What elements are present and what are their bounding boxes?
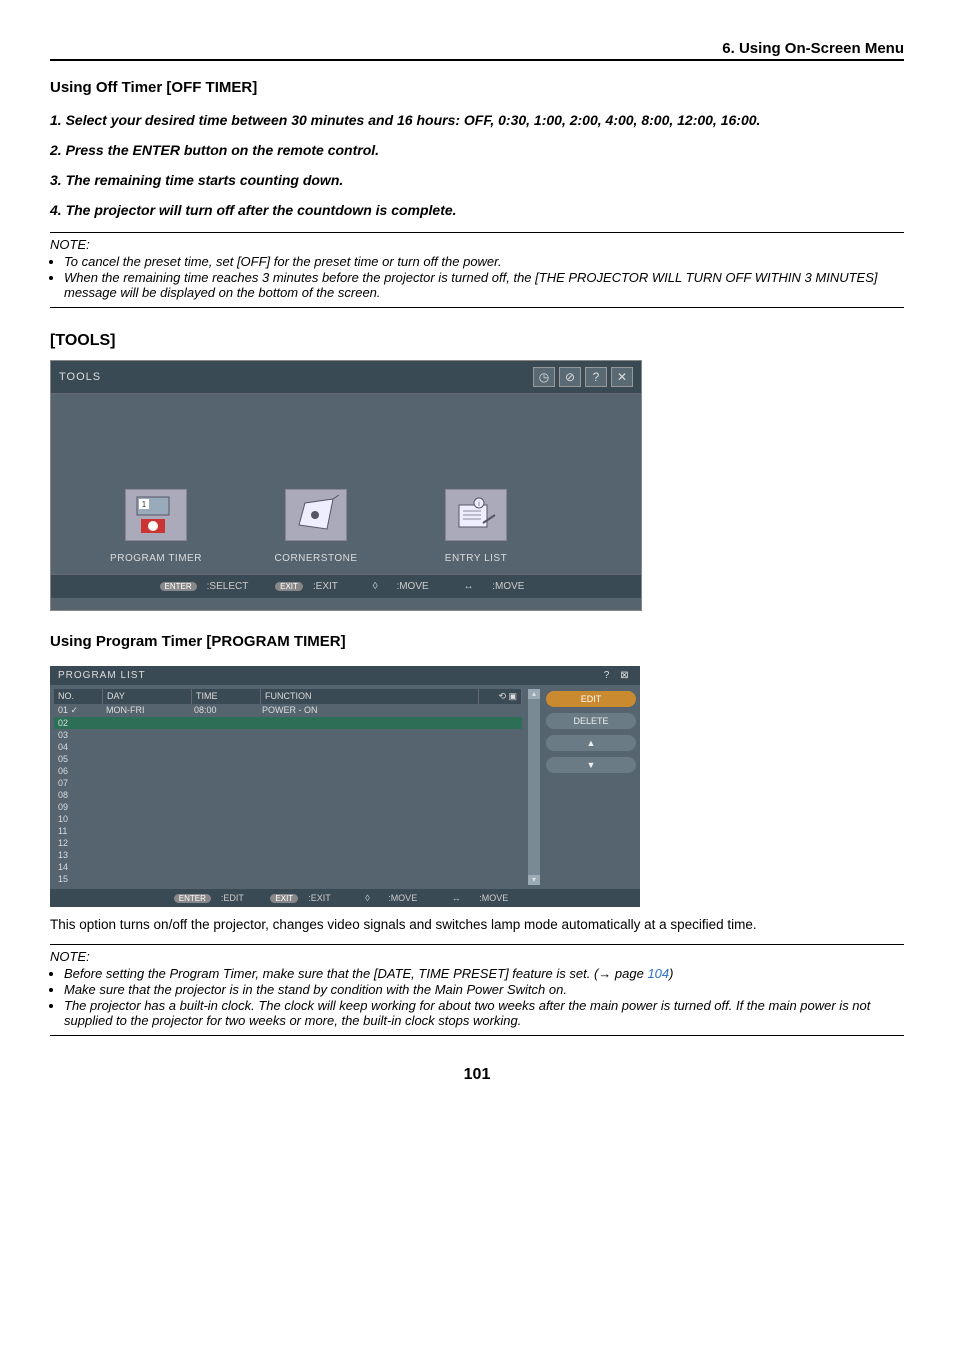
help-icon[interactable]: ? <box>585 367 607 387</box>
footer-edit: :EDIT <box>221 893 244 903</box>
clock-icon[interactable]: ◷ <box>533 367 555 387</box>
note-title: NOTE: <box>50 949 904 964</box>
tool-program-timer[interactable]: 1 PROGRAM TIMER <box>91 489 221 564</box>
step-3: 3. The remaining time starts counting do… <box>50 172 904 188</box>
table-row[interactable]: 04 <box>54 741 522 753</box>
note-title: NOTE: <box>50 237 904 252</box>
program-list-titlebar: PROGRAM LIST ? ⊠ <box>50 666 640 685</box>
move-down-button[interactable]: ▼ <box>546 757 636 773</box>
close-icon[interactable]: ✕ <box>611 367 633 387</box>
note-item: Before setting the Program Timer, make s… <box>64 966 904 981</box>
table-row[interactable]: 01 ✓MON-FRI08:00POWER - ON <box>54 704 522 717</box>
program-list-footer: ENTER :EDIT EXIT :EXIT ◊ :MOVE ↔ :MOVE <box>50 889 640 907</box>
tool-label: PROGRAM TIMER <box>91 553 221 564</box>
help-icon[interactable]: ? <box>600 670 614 681</box>
table-row[interactable]: 09 <box>54 801 522 813</box>
enter-badge: ENTER <box>174 894 211 903</box>
enter-badge: ENTER <box>160 582 197 591</box>
col-time: TIME <box>192 689 261 704</box>
program-timer-heading: Using Program Timer [PROGRAM TIMER] <box>50 633 904 650</box>
program-list-title: PROGRAM LIST <box>58 670 146 681</box>
tools-titlebar: TOOLS ◷ ⊘ ? ✕ <box>51 361 641 394</box>
tools-title: TOOLS <box>59 371 101 383</box>
table-row[interactable]: 06 <box>54 765 522 777</box>
entry-list-icon: i <box>445 489 507 541</box>
tools-footer: ENTER :SELECT EXIT :EXIT ◊ :MOVE ↔ :MOVE <box>51 574 641 598</box>
table-row[interactable]: 08 <box>54 789 522 801</box>
leftright-icon: ↔ <box>452 893 461 903</box>
program-list-screenshot: PROGRAM LIST ? ⊠ NO. DAY TIME FUNCTION ⟲… <box>50 666 640 907</box>
footer-exit: :EXIT <box>313 581 338 592</box>
table-row[interactable]: 15 <box>54 873 522 885</box>
delete-button[interactable]: DELETE <box>546 713 636 729</box>
footer-exit: :EXIT <box>308 893 331 903</box>
side-buttons: EDIT DELETE ▲ ▼ <box>546 689 636 885</box>
updown-icon: ◊ <box>373 581 378 592</box>
step-1: 1. Select your desired time between 30 m… <box>50 112 904 128</box>
move-up-button[interactable]: ▲ <box>546 735 636 751</box>
tool-cornerstone[interactable]: CORNERSTONE <box>251 489 381 564</box>
table-row[interactable]: 07 <box>54 777 522 789</box>
mouse-icon[interactable]: ⊘ <box>559 367 581 387</box>
program-timer-icon: 1 <box>125 489 187 541</box>
scrollbar[interactable]: ▴ ▾ <box>528 689 540 885</box>
note-item: Make sure that the projector is in the s… <box>64 982 904 997</box>
col-day: DAY <box>103 689 192 704</box>
close-icon[interactable]: ⊠ <box>618 670 632 681</box>
footer-move-lr: :MOVE <box>492 581 524 592</box>
program-timer-note-block: NOTE: Before setting the Program Timer, … <box>50 944 904 1036</box>
program-table: NO. DAY TIME FUNCTION ⟲ ▣ 01 ✓MON-FRI08:… <box>54 689 522 885</box>
tools-screenshot: TOOLS ◷ ⊘ ? ✕ 1 PROGRAM TIMER <box>50 360 642 611</box>
note-item: The projector has a built-in clock. The … <box>64 998 904 1028</box>
note-item: To cancel the preset time, set [OFF] for… <box>64 254 904 269</box>
edit-button[interactable]: EDIT <box>546 691 636 707</box>
tool-label: ENTRY LIST <box>411 553 541 564</box>
note-text: Before setting the Program Timer, make s… <box>64 966 647 981</box>
updown-icon: ◊ <box>365 893 369 903</box>
leftright-icon: ↔ <box>463 581 473 592</box>
table-row[interactable]: 14 <box>54 861 522 873</box>
footer-move-ud: :MOVE <box>388 893 417 903</box>
scroll-up-icon[interactable]: ▴ <box>528 689 540 699</box>
table-row[interactable]: 02 <box>54 717 522 729</box>
page-number: 101 <box>50 1066 904 1084</box>
tools-body: 1 PROGRAM TIMER CORNERSTONE <box>51 394 641 574</box>
cornerstone-icon <box>285 489 347 541</box>
off-timer-heading: Using Off Timer [OFF TIMER] <box>50 79 904 96</box>
col-no: NO. <box>54 689 103 704</box>
table-row[interactable]: 03 <box>54 729 522 741</box>
titlebar-icons: ◷ ⊘ ? ✕ <box>533 367 633 387</box>
note-item: When the remaining time reaches 3 minute… <box>64 270 904 300</box>
exit-badge: EXIT <box>270 894 298 903</box>
off-timer-note-block: NOTE: To cancel the preset time, set [OF… <box>50 232 904 308</box>
section-header: 6. Using On-Screen Menu <box>50 40 904 61</box>
program-timer-desc: This option turns on/off the projector, … <box>50 917 904 932</box>
table-row[interactable]: 05 <box>54 753 522 765</box>
scroll-down-icon[interactable]: ▾ <box>528 875 540 885</box>
step-2: 2. Press the ENTER button on the remote … <box>50 142 904 158</box>
table-row[interactable]: 10 <box>54 813 522 825</box>
table-row[interactable]: 13 <box>54 849 522 861</box>
col-function: FUNCTION <box>261 689 479 704</box>
table-row[interactable]: 12 <box>54 837 522 849</box>
tool-label: CORNERSTONE <box>251 553 381 564</box>
footer-move-ud: :MOVE <box>396 581 428 592</box>
footer-move-lr: :MOVE <box>479 893 508 903</box>
table-row[interactable]: 11 <box>54 825 522 837</box>
step-4: 4. The projector will turn off after the… <box>50 202 904 218</box>
footer-enter: :SELECT <box>207 581 249 592</box>
note-text: ) <box>669 966 673 981</box>
tools-heading: [TOOLS] <box>50 332 904 350</box>
svg-text:1: 1 <box>142 500 147 509</box>
table-header-row: NO. DAY TIME FUNCTION ⟲ ▣ <box>54 689 522 704</box>
col-icons: ⟲ ▣ <box>479 689 522 704</box>
page-link[interactable]: 104 <box>647 966 669 981</box>
tool-entry-list[interactable]: i ENTRY LIST <box>411 489 541 564</box>
exit-badge: EXIT <box>275 582 303 591</box>
